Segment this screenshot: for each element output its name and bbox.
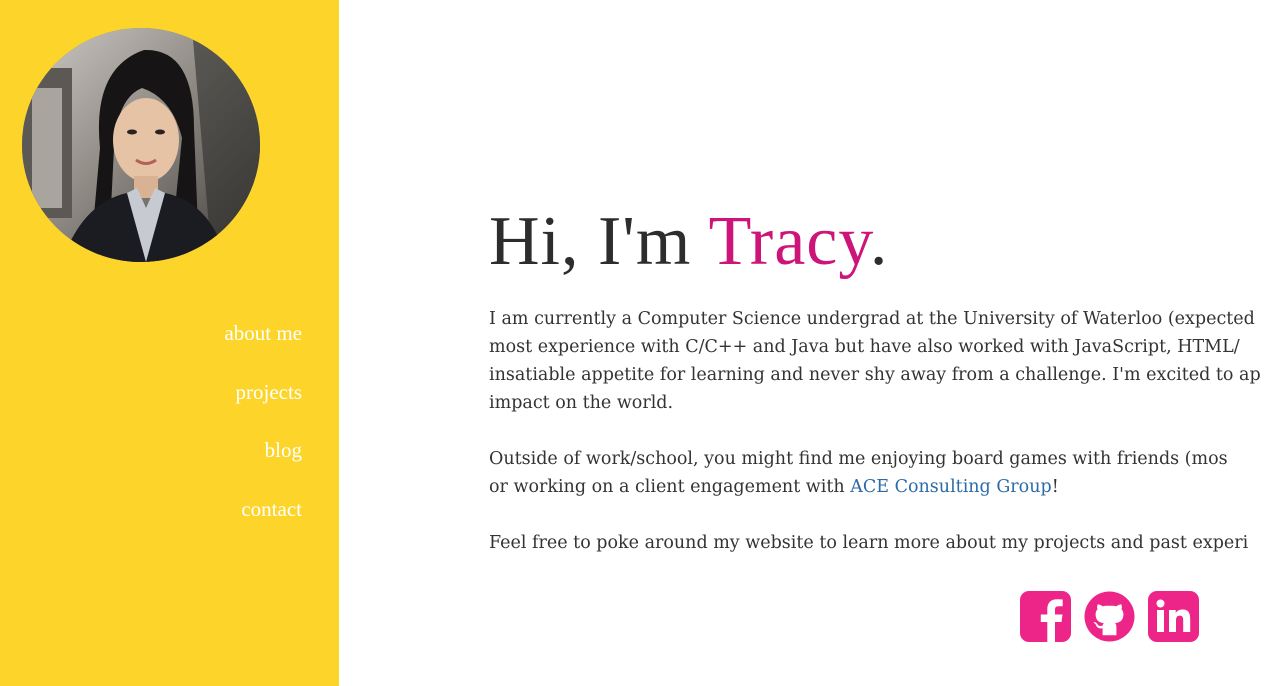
nav-link-about-me[interactable]: about me (224, 316, 302, 350)
bio-line: insatiable appetite for learning and nev… (489, 365, 1261, 385)
bio-line: impact on the world. (489, 393, 674, 413)
linkedin-icon[interactable] (1148, 591, 1199, 642)
bio-paragraph-2: Outside of work/school, you might find m… (489, 445, 1286, 501)
bio-line: or working on a client engagement with (489, 477, 851, 497)
avatar (22, 28, 260, 262)
facebook-icon[interactable] (1020, 591, 1071, 642)
name-text: Tracy (708, 203, 870, 280)
nav-link-projects[interactable]: projects (224, 375, 302, 409)
sidebar: about me projects blog contact (0, 0, 339, 686)
page-title: Hi, I'm Tracy. (489, 200, 888, 284)
social-links (1020, 591, 1199, 642)
bio-line-end: ! (1051, 477, 1059, 497)
bio-line: most experience with C/C++ and Java but … (489, 337, 1240, 357)
bio: I am currently a Computer Science underg… (489, 305, 1286, 585)
bio-paragraph-3: Feel free to poke around my website to l… (489, 529, 1286, 557)
bio-line: I am currently a Computer Science underg… (489, 309, 1255, 329)
ace-consulting-link[interactable]: ACE Consulting Group (850, 477, 1051, 497)
bio-line: Feel free to poke around my website to l… (489, 533, 1249, 553)
github-icon[interactable] (1084, 591, 1135, 642)
bio-line: Outside of work/school, you might find m… (489, 449, 1228, 469)
title-period: . (869, 203, 889, 280)
nav-link-contact[interactable]: contact (224, 492, 302, 526)
greeting-text: Hi, I'm (489, 203, 709, 280)
bio-paragraph-1: I am currently a Computer Science underg… (489, 305, 1286, 417)
main-content: Hi, I'm Tracy. I am currently a Computer… (489, 0, 1286, 686)
nav-link-blog[interactable]: blog (224, 433, 302, 467)
main-nav: about me projects blog contact (224, 316, 302, 550)
